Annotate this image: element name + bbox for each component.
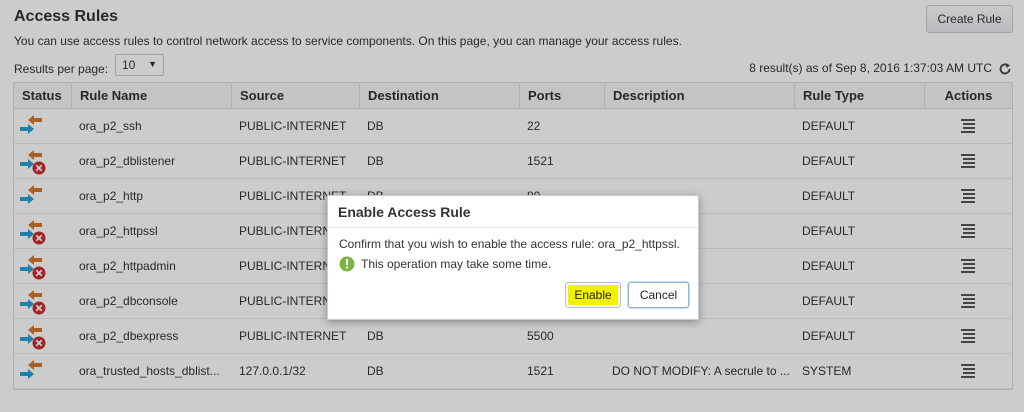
enable-button[interactable]: Enable xyxy=(565,282,621,308)
dialog-info-text: This operation may take some time. xyxy=(361,257,552,271)
cancel-button[interactable]: Cancel xyxy=(628,282,689,308)
enable-access-rule-dialog: Enable Access Rule Confirm that you wish… xyxy=(327,195,699,320)
dialog-title: Enable Access Rule xyxy=(338,204,471,220)
check-circle-icon xyxy=(339,256,355,272)
dialog-info-row: This operation may take some time. xyxy=(339,256,551,272)
dialog-message: Confirm that you wish to enable the acce… xyxy=(339,237,680,251)
enable-button-label: Enable xyxy=(568,285,618,305)
dialog-divider xyxy=(328,227,698,228)
